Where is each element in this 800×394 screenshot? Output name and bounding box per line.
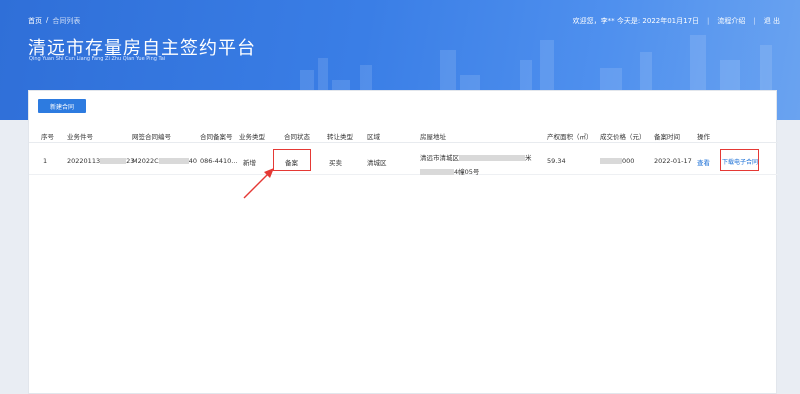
logout-link[interactable]: 退 出 (764, 16, 780, 26)
page-subtitle-pinyin: Qing Yuan Shi Cun Liang Fang Zi Zhu Qian… (29, 56, 166, 62)
row-record-date: 2022-01-17 (654, 157, 692, 165)
table-row: 1 20220113 23 M2022C 40 086-4410... 新增 备案 … (29, 145, 778, 176)
row-property-area: 59.34 (547, 157, 566, 165)
col-property-area: 产权面积（㎡） (547, 133, 593, 141)
redaction-mask (158, 158, 189, 164)
annotation-arrow-icon (243, 168, 274, 199)
col-transfer-type: 转让类型 (327, 133, 353, 141)
col-business-type: 业务类型 (239, 133, 265, 141)
col-actions: 操作 (697, 133, 710, 141)
col-area: 区域 (367, 133, 380, 141)
row-price: 000 (600, 157, 634, 165)
breadcrumb-home[interactable]: 首页 (28, 16, 42, 26)
table-header: 序号 业务件号 网签合同编号 合同备案号 业务类型 合同状态 转让类型 区域 房… (29, 125, 778, 143)
row-address-line1: 清远市清城区 米 (420, 152, 532, 162)
contract-no-suffix: 40 (188, 157, 197, 165)
separator: | (707, 17, 710, 25)
top-links: 欢迎您，李** 今天是: 2022年01月17日 | 流程介绍 | 退 出 (573, 16, 780, 26)
breadcrumb: 首页 / 合同列表 (28, 16, 80, 26)
address-line1-suffix: 米 (525, 154, 532, 162)
download-highlight-box (720, 149, 759, 171)
col-record-date: 备案时间 (654, 133, 680, 141)
contract-no-prefix: M2022C (132, 157, 159, 165)
redaction-mask (100, 158, 127, 164)
breadcrumb-current: 合同列表 (52, 17, 81, 25)
breadcrumb-separator: / (46, 16, 49, 24)
row-transfer-type: 买卖 (329, 159, 342, 167)
view-link[interactable]: 查看 (697, 157, 710, 167)
col-record-no: 合同备案号 (200, 133, 233, 141)
col-contract-status: 合同状态 (284, 133, 310, 141)
price-suffix: 000 (622, 157, 635, 165)
new-contract-button[interactable]: 新建合同 (38, 99, 86, 113)
row-contract-no: M2022C 40 (132, 157, 197, 165)
address-prefix: 清远市清城区 (420, 154, 459, 162)
process-guide-link[interactable]: 流程介绍 (717, 16, 745, 26)
redaction-mask (420, 169, 454, 175)
row-index: 1 (43, 157, 48, 165)
separator: | (753, 17, 756, 25)
address-line2-suffix: 4幢05号 (454, 168, 480, 176)
row-address-line2: 4幢05号 (420, 166, 479, 176)
redaction-mask (459, 155, 525, 161)
col-address: 房屋地址 (420, 133, 446, 141)
col-index: 序号 (41, 133, 54, 141)
col-contract-no: 网签合同编号 (132, 133, 171, 141)
contract-list-panel: 新建合同 序号 业务件号 网签合同编号 合同备案号 业务类型 合同状态 转让类型… (28, 90, 778, 394)
redaction-mask (600, 158, 622, 164)
business-no-prefix: 20220113 (67, 157, 101, 165)
col-business-no: 业务件号 (67, 133, 93, 141)
col-price: 成交价格（元） (600, 133, 646, 141)
row-area: 清城区 (367, 159, 387, 167)
welcome-text: 欢迎您，李** 今天是: 2022年01月17日 (572, 17, 700, 25)
row-business-no: 20220113 23 (67, 157, 134, 165)
